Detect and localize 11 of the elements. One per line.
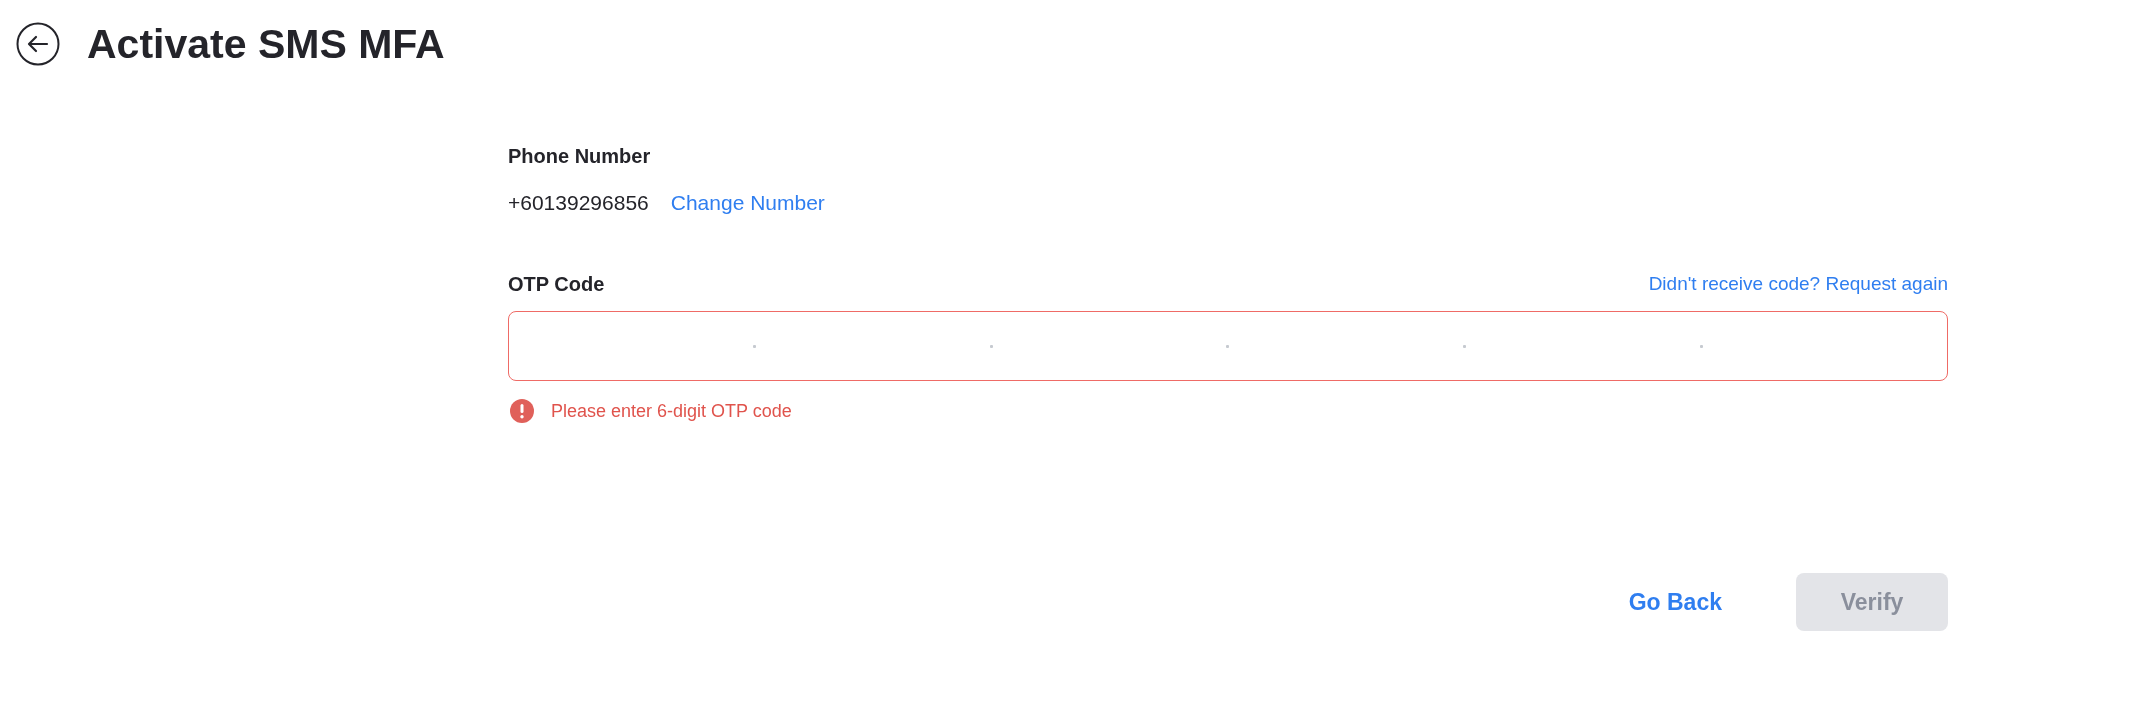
error-message: Please enter 6-digit OTP code bbox=[551, 400, 792, 422]
back-icon[interactable] bbox=[16, 22, 60, 66]
otp-field[interactable] bbox=[508, 311, 1948, 381]
field-label: Phone Number bbox=[508, 144, 652, 169]
field-label: OTP Code bbox=[508, 272, 605, 297]
error-icon bbox=[510, 399, 534, 423]
change-number-link[interactable]: Change Number bbox=[670, 190, 825, 216]
request-again-link[interactable]: Didn't receive code? Request again bbox=[1648, 273, 1948, 295]
go-back-button[interactable]: Go Back bbox=[1618, 574, 1732, 630]
page-title: Activate SMS MFA bbox=[87, 20, 445, 68]
phone-number: +60139296856 bbox=[508, 190, 649, 216]
